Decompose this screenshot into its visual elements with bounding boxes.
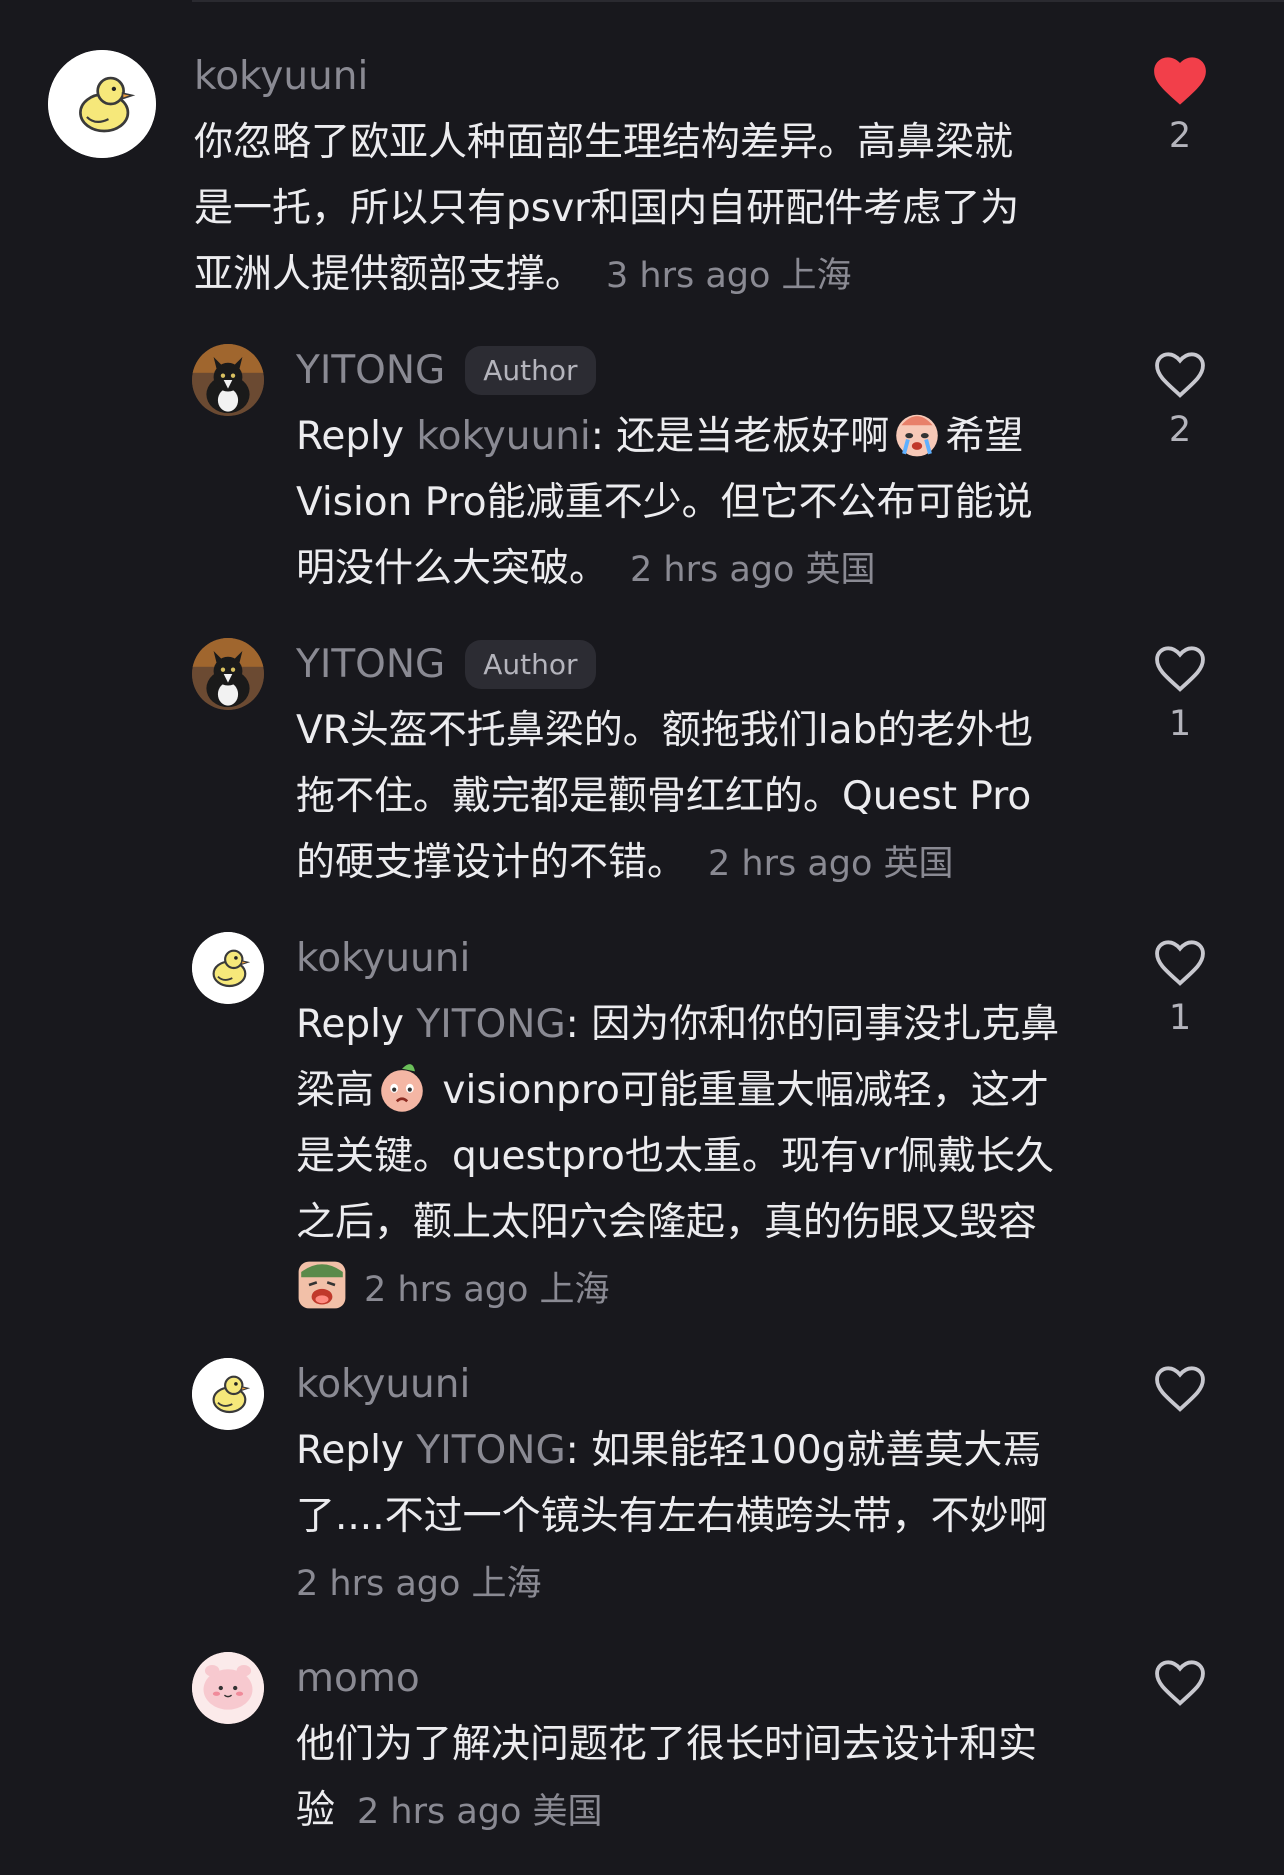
comment-text: 因为你和你的同事没扎克鼻 bbox=[591, 1002, 1060, 1047]
reply-separator: : bbox=[565, 1428, 592, 1473]
username[interactable]: momo bbox=[296, 1656, 420, 1701]
avatar[interactable] bbox=[192, 1652, 264, 1724]
pink-character-icon bbox=[192, 1652, 264, 1724]
reply-prefix: Reply bbox=[296, 414, 417, 459]
reply-prefix: Reply bbox=[296, 1002, 417, 1047]
cat-icon bbox=[192, 344, 264, 416]
cat-icon bbox=[192, 638, 264, 710]
like-count: 1 bbox=[1168, 704, 1192, 744]
heart-outline-icon[interactable] bbox=[1153, 938, 1207, 988]
heart-filled-icon[interactable] bbox=[1153, 56, 1207, 106]
comment-meta: 3 hrs ago 上海 bbox=[606, 256, 852, 296]
comment-text-line: 之后，颧上太阳穴会隆起，真的伤眼又毁容 bbox=[296, 1200, 1038, 1245]
heart-outline-icon[interactable] bbox=[1153, 1364, 1207, 1414]
comment-text-line: 拖不住。戴完都是颧骨红红的。Quest Pro bbox=[296, 774, 1032, 819]
comment-text-line: 是关键。questpro也太重。现有vr佩戴长久 bbox=[296, 1134, 1054, 1179]
top-divider bbox=[192, 0, 1284, 2]
peach-face-icon bbox=[376, 1061, 428, 1113]
screaming-face-icon bbox=[296, 1259, 348, 1311]
comment-text-line: 的硬支撑设计的不错。 bbox=[296, 840, 687, 885]
reply-target[interactable]: kokyuuni bbox=[416, 414, 590, 459]
username[interactable]: YITONG bbox=[296, 642, 445, 687]
comment-text-line: Vision Pro能减重不少。但它不公布可能说 bbox=[296, 480, 1033, 525]
comment-body: 他们为了解决问题花了很长时间去设计和实 验 2 hrs ago 美国 bbox=[296, 1712, 1037, 1844]
duck-icon bbox=[192, 1358, 264, 1430]
avatar[interactable] bbox=[192, 1358, 264, 1430]
comment-meta: 2 hrs ago 上海 bbox=[364, 1270, 610, 1310]
duck-icon bbox=[48, 50, 156, 158]
comment-body: 你忽略了欧亚人种面部生理结构差异。高鼻梁就 是一托，所以只有psvr和国内自研配… bbox=[194, 110, 1019, 308]
comment-text-line: 是一托，所以只有psvr和国内自研配件考虑了为 bbox=[194, 186, 1020, 231]
reply-separator: : bbox=[590, 414, 617, 459]
reply-target[interactable]: YITONG bbox=[416, 1002, 565, 1047]
crying-face-icon bbox=[891, 407, 943, 459]
username[interactable]: kokyuuni bbox=[296, 1362, 470, 1407]
comment-text: 还是当老板好啊 bbox=[616, 414, 890, 459]
like-count: 2 bbox=[1168, 116, 1192, 156]
comment-text: 梁高 bbox=[296, 1068, 375, 1113]
heart-outline-icon[interactable] bbox=[1153, 1658, 1207, 1708]
author-badge: Author bbox=[465, 345, 596, 395]
comment-text-line: 亚洲人提供额部支撑。 bbox=[194, 252, 585, 297]
comment-body: VR头盔不托鼻梁的。额拖我们lab的老外也 拖不住。戴完都是颧骨红红的。Ques… bbox=[296, 698, 1033, 896]
comment-text-line: VR头盔不托鼻梁的。额拖我们lab的老外也 bbox=[296, 708, 1034, 753]
avatar[interactable] bbox=[192, 638, 264, 710]
comment-text-line: 他们为了解决问题花了很长时间去设计和实 bbox=[296, 1722, 1038, 1767]
username[interactable]: kokyuuni bbox=[194, 54, 368, 99]
comment-body: Reply kokyuuni: 还是当老板好啊 希望 Vision Pro能减重不… bbox=[296, 404, 1033, 602]
comment-meta: 2 hrs ago 英国 bbox=[708, 844, 954, 884]
avatar[interactable] bbox=[48, 50, 156, 158]
comment-text: visionpro可能重量大幅减轻，这才 bbox=[430, 1068, 1049, 1113]
comment-meta: 2 hrs ago 美国 bbox=[357, 1792, 603, 1832]
reply-separator: : bbox=[565, 1002, 592, 1047]
heart-outline-icon[interactable] bbox=[1153, 644, 1207, 694]
comment-body: Reply YITONG: 因为你和你的同事没扎克鼻 梁高 visionpro可… bbox=[296, 992, 1059, 1322]
comment-meta: 2 hrs ago 英国 bbox=[630, 550, 876, 590]
comment-text: 如果能轻100g就善莫大焉 bbox=[591, 1428, 1042, 1473]
comment-text: 希望 bbox=[945, 414, 1024, 459]
comment-meta: 2 hrs ago 上海 bbox=[296, 1564, 542, 1604]
username[interactable]: YITONG bbox=[296, 348, 445, 393]
author-badge: Author bbox=[465, 639, 596, 689]
comment-text-line: 明没什么大突破。 bbox=[296, 546, 609, 591]
comment-body: Reply YITONG: 如果能轻100g就善莫大焉 了....不过一个镜头有… bbox=[296, 1418, 1048, 1616]
username[interactable]: kokyuuni bbox=[296, 936, 470, 981]
like-count: 2 bbox=[1168, 410, 1192, 450]
like-count: 1 bbox=[1168, 998, 1192, 1038]
avatar[interactable] bbox=[192, 344, 264, 416]
avatar[interactable] bbox=[192, 932, 264, 1004]
heart-outline-icon[interactable] bbox=[1153, 350, 1207, 400]
duck-icon bbox=[192, 932, 264, 1004]
comment-text-line: 你忽略了欧亚人种面部生理结构差异。高鼻梁就 bbox=[194, 120, 1014, 165]
reply-prefix: Reply bbox=[296, 1428, 417, 1473]
comment-text-line: 验 bbox=[296, 1788, 336, 1833]
comment-text-line: 了....不过一个镜头有左右横跨头带，不妙啊 bbox=[296, 1494, 1048, 1539]
reply-target[interactable]: YITONG bbox=[416, 1428, 565, 1473]
